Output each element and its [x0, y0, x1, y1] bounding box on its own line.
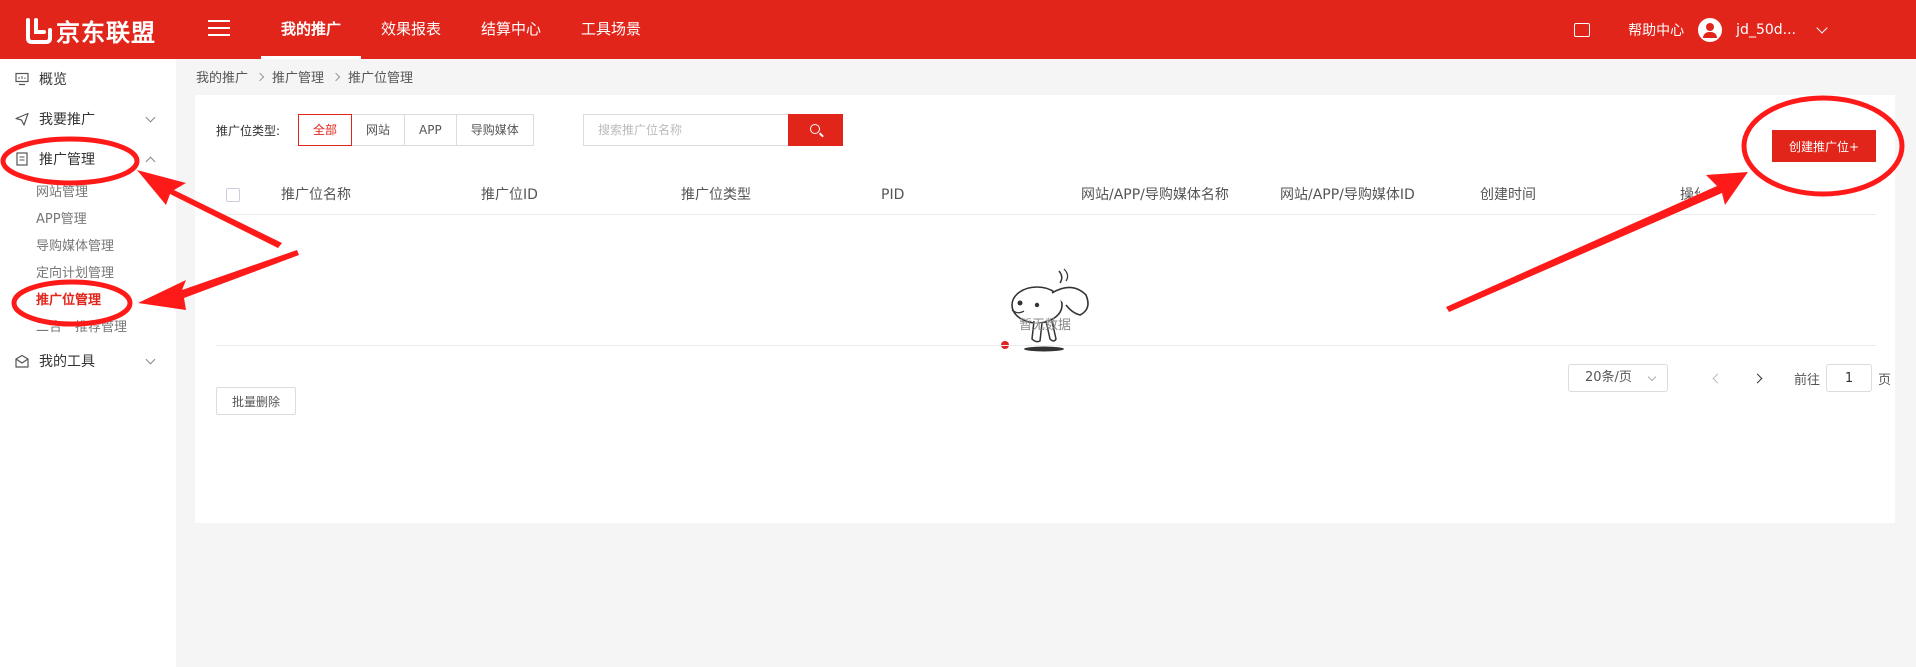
main-card: 推广位类型: 全部 网站 APP 导购媒体 创建推广位+ 推广位名称 推广位ID… [195, 95, 1895, 523]
create-position-button[interactable]: 创建推广位+ [1772, 130, 1876, 162]
chevron-right-icon [331, 72, 341, 81]
avatar[interactable] [1698, 17, 1723, 42]
goto-page-input[interactable] [1826, 364, 1873, 392]
help-center-link[interactable]: 帮助中心 [1628, 20, 1684, 40]
sidebar-item-label: 推广管理 [39, 152, 95, 168]
menu-toggle-icon[interactable] [208, 20, 230, 38]
goto-label: 前往 [1794, 372, 1821, 388]
prev-page-icon[interactable] [1696, 364, 1738, 392]
sidebar-subitem-targeted-plan[interactable]: 定向计划管理 [0, 260, 176, 287]
breadcrumb-item[interactable]: 推广管理 [272, 67, 324, 86]
logo-icon [26, 18, 52, 44]
column-header[interactable]: 网站/APP/导购媒体ID [1280, 175, 1415, 215]
column-header[interactable]: 推广位名称 [281, 175, 351, 215]
top-header: 京东联盟 我的推广 效果报表 结算中心 工具场景 帮助中心 jd_50d... [0, 0, 1916, 59]
breadcrumb: 我的推广 推广管理 推广位管理 [196, 67, 413, 86]
column-header[interactable]: 创建时间 [1480, 175, 1536, 215]
search-input[interactable] [583, 114, 788, 146]
breadcrumb-item: 推广位管理 [348, 71, 414, 86]
table-header: 推广位名称 推广位ID 推广位类型 PID 网站/APP/导购媒体名称 网站/A… [216, 175, 1876, 215]
sidebar-subitem-position[interactable]: 推广位管理 [0, 287, 176, 314]
sidebar-subitem-two-in-one[interactable]: 二合一推荐管理 [0, 314, 176, 341]
nav-tools[interactable]: 工具场景 [561, 0, 661, 59]
type-filter: 全部 网站 APP 导购媒体 [298, 114, 534, 146]
filter-all-button[interactable]: 全部 [298, 114, 353, 146]
sidebar-item-want-promote[interactable]: 我要推广 [0, 99, 176, 139]
filter-media-button[interactable]: 导购媒体 [455, 114, 534, 146]
monitor-icon [15, 72, 29, 86]
chevron-up-icon [145, 156, 156, 167]
filter-app-button[interactable]: APP [404, 114, 457, 146]
search-box [583, 114, 843, 146]
select-all-checkbox[interactable] [226, 188, 240, 202]
nav-my-promotion[interactable]: 我的推广 [261, 0, 362, 59]
message-icon[interactable] [1574, 22, 1591, 37]
sidebar-item-my-tools[interactable]: 我的工具 [0, 341, 176, 381]
sidebar-item-label: 我的工具 [39, 354, 95, 370]
sidebar-item-label: 概览 [39, 72, 67, 88]
mail-icon [15, 354, 29, 368]
filter-website-button[interactable]: 网站 [351, 114, 406, 146]
column-header[interactable]: 操作 [1680, 175, 1700, 215]
column-header[interactable]: PID [881, 175, 904, 215]
next-page-icon[interactable] [1738, 364, 1780, 392]
nav-settlement[interactable]: 结算中心 [461, 0, 561, 59]
chevron-right-icon [255, 72, 265, 81]
breadcrumb-item[interactable]: 我的推广 [196, 67, 248, 86]
sidebar: 概览 我要推广 推广管理 网站管理 APP管理 导购媒体管理 定向计划管理 推广… [0, 59, 176, 667]
header-right: 帮助中心 jd_50d... [1574, 0, 1828, 59]
chevron-down-icon[interactable] [1816, 21, 1828, 34]
sidebar-item-promote-manage[interactable]: 推广管理 [0, 139, 176, 179]
sidebar-item-overview[interactable]: 概览 [0, 59, 176, 99]
top-nav: 我的推广 效果报表 结算中心 工具场景 [261, 0, 661, 59]
username[interactable]: jd_50d... [1736, 22, 1796, 38]
page-suffix: 页 [1878, 372, 1892, 388]
pagination: 20条/页 前往 页 [1568, 364, 1891, 392]
sidebar-subitem-app[interactable]: APP管理 [0, 206, 176, 233]
sidebar-item-label: 我要推广 [39, 112, 95, 128]
chevron-down-icon [145, 354, 156, 365]
column-header[interactable]: 网站/APP/导购媒体名称 [1081, 175, 1229, 215]
logo-text: 京东联盟 [56, 18, 156, 47]
column-header[interactable]: 推广位ID [481, 175, 538, 215]
empty-state-dog-icon [1001, 268, 1089, 352]
chevron-down-icon [145, 112, 156, 123]
column-header[interactable]: 推广位类型 [681, 175, 751, 215]
nav-reports[interactable]: 效果报表 [361, 0, 461, 59]
send-icon [15, 112, 29, 126]
empty-state-text: 暂无数据 [1018, 318, 1071, 333]
sidebar-subitem-media[interactable]: 导购媒体管理 [0, 233, 176, 260]
batch-delete-button[interactable]: 批量删除 [216, 387, 296, 415]
filter-label: 推广位类型: [216, 124, 281, 138]
table-divider [216, 345, 1876, 346]
jd-union-logo[interactable]: 京东联盟 [24, 14, 156, 47]
sidebar-subitem-website[interactable]: 网站管理 [0, 179, 176, 206]
search-button[interactable] [788, 114, 843, 146]
document-icon [16, 152, 28, 166]
search-icon [810, 124, 820, 134]
page-size-select[interactable]: 20条/页 [1568, 364, 1668, 392]
